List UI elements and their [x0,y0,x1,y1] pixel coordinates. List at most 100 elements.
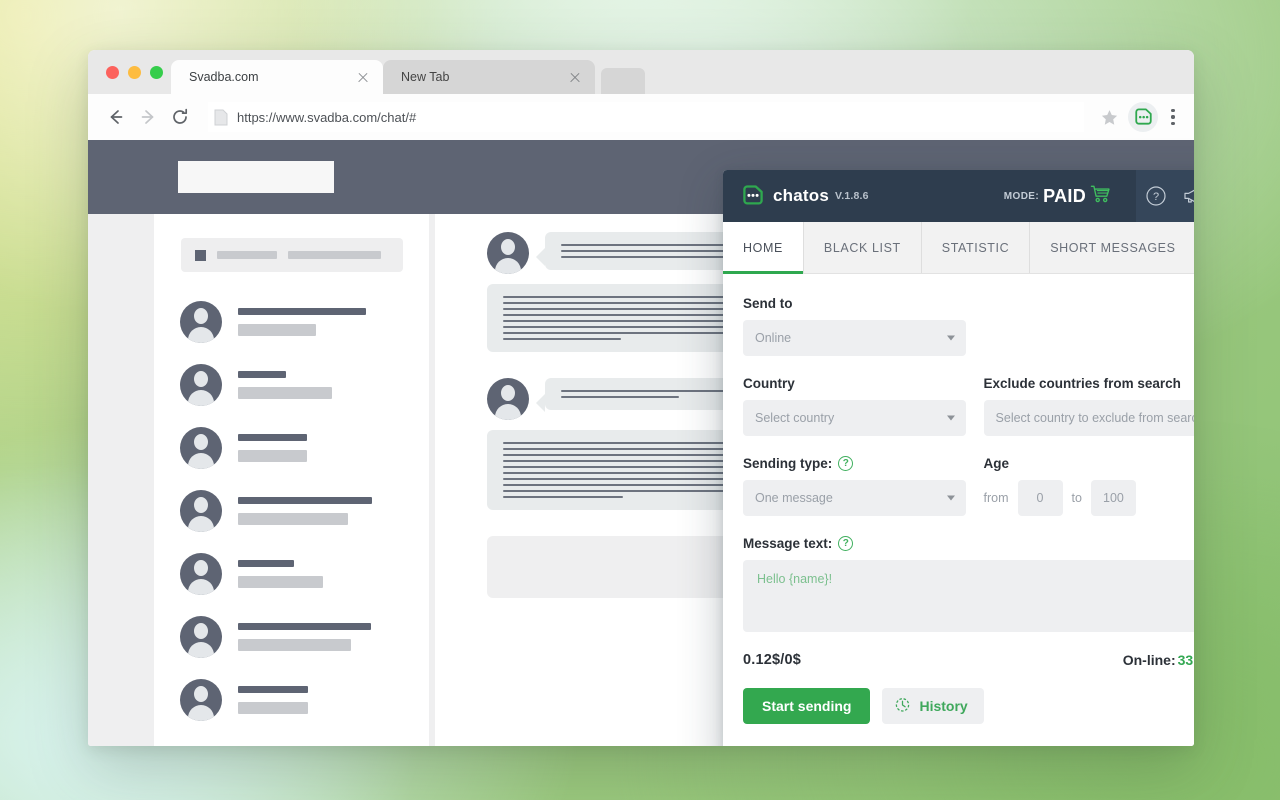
online-status: On-line: 3311 [1123,648,1194,671]
shopping-cart-icon[interactable] [1090,184,1112,209]
history-button[interactable]: History [882,688,984,724]
browser-tab-title: Svadba.com [189,70,259,84]
back-arrow-icon[interactable] [102,103,130,131]
contact-search-card[interactable] [180,238,403,272]
placeholder-bar [238,638,351,651]
chatos-tab-bar: HOME BLACK LIST STATISTIC SHORT MESSAGES… [723,222,1194,274]
sending-type-label-text: Sending type: [743,456,833,471]
placeholder-bar [238,323,316,336]
exclude-countries-input[interactable] [983,400,1194,436]
country-label: Country [743,376,795,391]
chatos-panel: chatos V.1.8.6 MODE: PAID ? HOME BLACK L… [723,170,1194,746]
message-bubble [487,430,742,510]
list-item[interactable] [154,542,429,605]
avatar [180,363,222,406]
age-to-input[interactable] [1090,480,1136,516]
send-to-select[interactable]: Online [743,320,966,356]
browser-tab-title: New Tab [401,70,450,84]
message-text-input[interactable] [743,560,1194,632]
close-icon[interactable] [567,69,583,85]
country-group: Country Select country [743,376,966,436]
sending-type-row: Sending type: ? One message Age from to [743,456,1194,516]
avatar [487,378,529,420]
sending-type-select[interactable]: One message [743,480,966,516]
address-bar-url: https://www.svadba.com/chat/# [237,109,417,125]
list-item[interactable] [154,668,429,731]
age-to-label: to [1071,491,1082,505]
placeholder-bar [216,251,277,259]
svg-text:?: ? [1153,191,1159,203]
chatos-extension-icon[interactable] [1128,102,1158,132]
placeholder-bar [238,449,307,462]
sending-type-value: One message [755,491,833,505]
placeholder-bar [238,386,332,399]
browser-tab-svadba[interactable]: Svadba.com [171,60,383,94]
contact-text [238,496,403,525]
megaphone-icon[interactable] [1180,184,1194,208]
age-group: Age from to [984,456,1194,516]
mode-badge[interactable]: MODE: PAID [1004,184,1112,209]
browser-toolbar: https://www.svadba.com/chat/# [88,94,1194,140]
chatos-actions: Start sending History [743,688,1194,724]
minimize-window-button[interactable] [128,65,141,79]
close-icon[interactable] [355,69,371,85]
page-document-icon [214,109,228,126]
list-item[interactable] [154,290,429,353]
close-window-button[interactable] [106,65,119,79]
list-item[interactable] [154,416,429,479]
contact-text [238,307,403,336]
message-text-label: Message text: ? [743,536,1194,551]
site-search-box[interactable] [178,161,334,193]
mode-label: MODE: [1003,190,1040,202]
country-value: Select country [755,411,835,425]
online-label: On-line: [1122,651,1176,668]
age-range: from to [984,480,1194,516]
help-circle-icon[interactable]: ? [838,456,854,471]
address-bar[interactable]: https://www.svadba.com/chat/# [208,102,1084,132]
reload-icon[interactable] [166,103,194,131]
avatar [180,552,222,595]
message-composer[interactable] [487,536,742,598]
maximize-window-button[interactable] [150,65,163,79]
chatos-panel-header: chatos V.1.8.6 MODE: PAID ? [723,170,1194,222]
contact-text [238,433,403,462]
tab-black-list[interactable]: BLACK LIST [804,222,922,273]
start-sending-button[interactable]: Start sending [743,688,871,724]
tab-short-messages[interactable]: SHORT MESSAGES [1030,222,1194,273]
tab-home[interactable]: HOME [723,222,804,274]
site-left-rail [88,214,154,746]
avatar [180,615,222,658]
chatos-logo-icon [742,185,764,207]
contact-text [238,370,403,399]
list-item[interactable] [154,479,429,542]
tab-statistic[interactable]: STATISTIC [922,222,1031,273]
age-label: Age [983,456,1010,471]
placeholder-bar [238,685,308,693]
browser-tab-newtab[interactable]: New Tab [383,60,595,94]
list-item[interactable] [154,605,429,668]
browser-window: Svadba.com New Tab https://www.svadba.co… [88,50,1194,746]
contact-text [238,559,403,588]
country-select[interactable]: Select country [743,400,966,436]
forward-arrow-icon[interactable] [134,103,162,131]
chevron-down-icon [947,335,955,341]
new-tab-button[interactable] [601,68,645,94]
country-row: Country Select country Exclude countries… [743,376,1194,436]
chatos-form: Send to Online Country Select country Ex… [723,274,1194,746]
help-circle-icon[interactable]: ? [838,536,854,551]
history-button-label: History [919,698,968,714]
placeholder-bar [238,370,286,378]
clock-history-icon [894,696,911,716]
send-to-label: Send to [743,296,793,311]
online-count: 3311 [1177,651,1194,668]
window-controls [100,50,171,94]
help-circle-icon[interactable]: ? [1144,184,1168,208]
age-from-input[interactable] [1017,480,1063,516]
kebab-menu-icon[interactable] [1162,102,1184,132]
placeholder-bar [238,496,372,504]
contact-list [154,214,429,746]
contact-text [238,622,403,651]
star-icon[interactable] [1094,102,1124,132]
message-text-label-text: Message text: [743,536,833,551]
list-item[interactable] [154,353,429,416]
